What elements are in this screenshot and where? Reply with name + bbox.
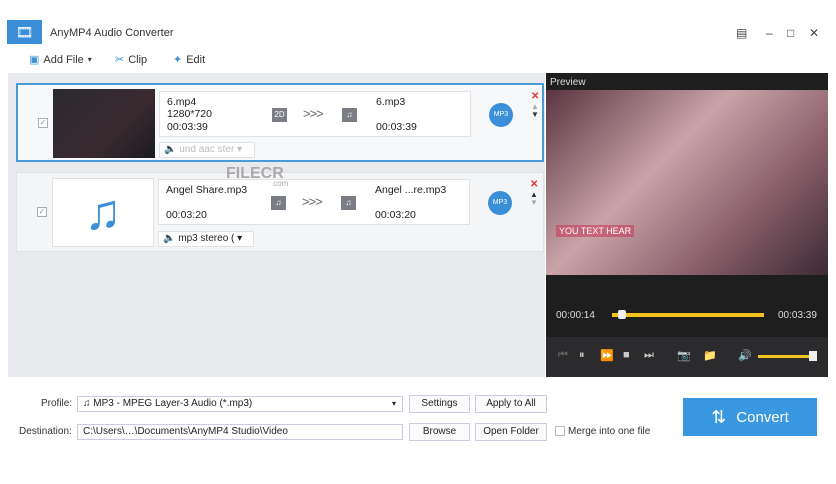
output-duration: 00:03:39 <box>376 121 417 133</box>
scissors-icon: ✂ <box>115 54 125 66</box>
clip-button[interactable]: ✂ Clip <box>115 53 148 67</box>
current-time: 00:00:14 <box>556 310 595 321</box>
audio-format-icon: ♫ <box>341 196 356 210</box>
skip-back-icon[interactable]: ⏮ <box>558 349 568 362</box>
open-folder-button[interactable]: Open Folder <box>475 423 547 441</box>
mp3-output-icon[interactable]: MP3 <box>489 103 513 127</box>
source-duration: 00:03:39 <box>167 121 208 133</box>
2d-badge: 2D <box>272 108 287 122</box>
watermark: FILECR .com <box>226 165 288 188</box>
fast-forward-icon[interactable]: ⏩ <box>600 349 614 362</box>
source-resolution: 1280*720 <box>167 108 212 120</box>
audio-track-dropdown[interactable]: 🔈 und aac ster ▾ <box>159 142 255 158</box>
minimize-button[interactable]: – <box>766 26 773 40</box>
volume-icon[interactable]: 🔊 <box>738 349 752 362</box>
watermark-domain: .com <box>271 179 289 188</box>
remove-file-icon[interactable]: ✕ <box>530 179 538 190</box>
audio-track-dropdown[interactable]: 🔈 mp3 stereo ( ▾ <box>158 231 254 247</box>
file-info: 6.mp4 1280*720 00:03:39 2D >>> ♫ 6.mp3 0… <box>159 91 471 137</box>
app-logo-icon: 🎞 <box>7 20 42 44</box>
source-name: 6.mp4 <box>167 96 197 108</box>
app-title: AnyMP4 Audio Converter <box>50 27 174 39</box>
playback-controls: ⏮ ⏸ ⏩ ■ ⏭ 📷 📁 🔊 <box>546 337 828 377</box>
volume-thumb[interactable] <box>809 351 818 361</box>
destination-label: Destination: <box>19 426 72 437</box>
refresh-icon: ⇅ <box>711 406 727 427</box>
profile-label: Profile: <box>41 398 73 409</box>
volume-slider[interactable] <box>758 355 816 358</box>
edit-button[interactable]: ✦ Edit <box>173 53 206 67</box>
settings-button[interactable]: Settings <box>409 395 470 413</box>
destination-input[interactable]: C:\Users\…\Documents\AnyMP4 Studio\Video <box>77 424 403 440</box>
file-checkbox[interactable]: ✓ <box>37 207 47 217</box>
file-list: ✓ 6.mp4 1280*720 00:03:39 2D >>> ♫ 6.mp3… <box>8 73 545 377</box>
browse-button[interactable]: Browse <box>409 423 470 441</box>
folder-icon[interactable]: 📁 <box>703 349 717 362</box>
convert-label: Convert <box>736 408 789 426</box>
video-thumbnail <box>53 89 155 158</box>
audio-format-icon: ♫ <box>342 108 357 122</box>
audio-track-value: und aac ster <box>179 144 235 155</box>
move-up-down-icon[interactable]: ▲ ▼ <box>531 103 539 119</box>
overlay-text: YOU TEXT HEAR <box>556 225 635 237</box>
skip-forward-icon[interactable]: ⏭ <box>644 349 654 362</box>
source-duration: 00:03:20 <box>166 209 207 221</box>
profile-value: MP3 - MPEG Layer-3 Audio (*.mp3) <box>93 398 253 409</box>
file-checkbox[interactable]: ✓ <box>38 118 48 128</box>
audio-format-icon: ♫ <box>271 196 286 210</box>
close-button[interactable]: ✕ <box>809 26 819 40</box>
add-file-button[interactable]: ▣ Add File ▾ <box>29 53 92 67</box>
file-item[interactable]: ✓ 6.mp4 1280*720 00:03:39 2D >>> ♫ 6.mp3… <box>16 83 544 162</box>
convert-arrows-icon: >>> <box>302 194 323 209</box>
edit-label: Edit <box>186 53 206 66</box>
apply-to-all-button[interactable]: Apply to All <box>475 395 547 413</box>
clip-label: Clip <box>128 53 148 66</box>
move-up-down-icon[interactable]: ▲ ▼ <box>530 191 538 207</box>
merge-checkbox[interactable] <box>555 426 565 436</box>
merge-label: Merge into one file <box>568 426 651 437</box>
music-note-icon: ♫ <box>52 178 154 247</box>
profile-select[interactable]: ♫ MP3 - MPEG Layer-3 Audio (*.mp3) ▾ <box>77 396 403 412</box>
output-name: Angel ...re.mp3 <box>375 184 447 196</box>
pause-icon[interactable]: ⏸ <box>579 349 585 362</box>
mp3-output-icon[interactable]: MP3 <box>488 191 512 215</box>
seek-bar[interactable] <box>612 313 764 317</box>
output-name: 6.mp3 <box>376 96 406 108</box>
stop-icon[interactable]: ■ <box>623 349 630 361</box>
convert-button[interactable]: ⇅ Convert <box>683 398 817 436</box>
feedback-icon[interactable]: ▤ <box>736 26 747 40</box>
preview-panel: Preview YOU TEXT HEAR 00:00:14 00:03:39 … <box>546 73 828 377</box>
preview-video[interactable]: YOU TEXT HEAR <box>546 90 828 275</box>
total-time: 00:03:39 <box>778 310 817 321</box>
seek-thumb[interactable] <box>617 310 626 319</box>
maximize-button[interactable]: □ <box>787 26 794 40</box>
remove-file-icon[interactable]: ✕ <box>531 91 539 102</box>
add-file-icon: ▣ <box>29 54 40 66</box>
audio-track-value: mp3 stereo ( <box>178 233 235 244</box>
add-file-label: Add File <box>43 53 84 66</box>
snapshot-icon[interactable]: 📷 <box>677 349 691 362</box>
output-duration: 00:03:20 <box>375 209 416 221</box>
edit-icon: ✦ <box>173 54 183 66</box>
preview-label: Preview <box>550 77 586 88</box>
file-info: Angel Share.mp3 00:03:20 ♫ >>> ♫ Angel .… <box>158 179 470 225</box>
convert-arrows-icon: >>> <box>303 106 324 121</box>
